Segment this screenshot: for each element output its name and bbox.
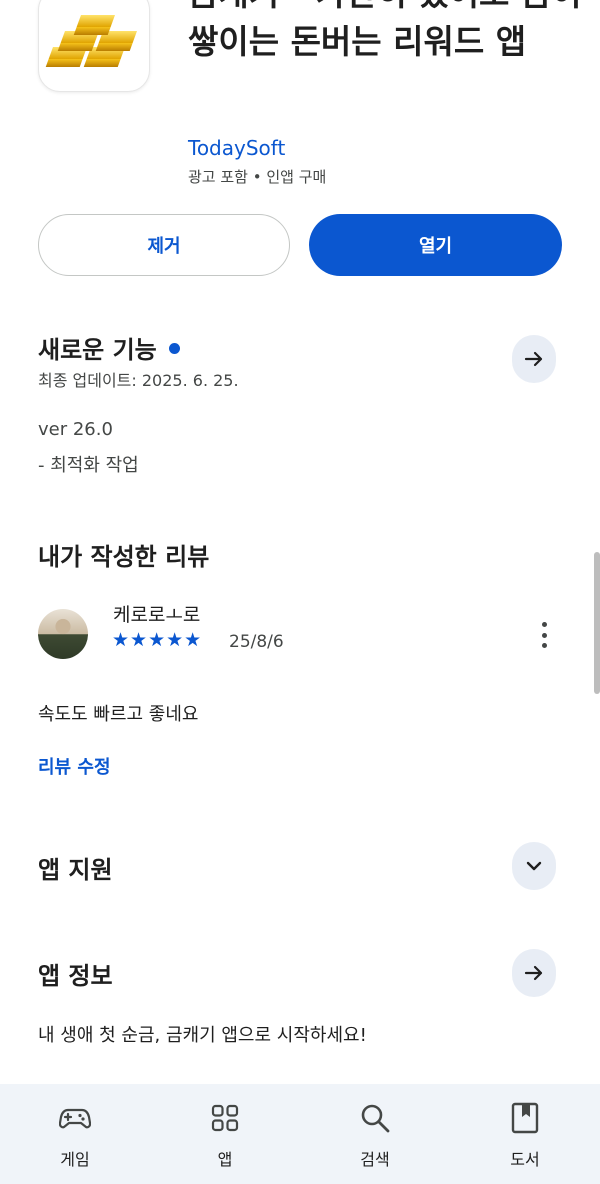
open-button[interactable]: 열기 bbox=[309, 214, 562, 276]
bottom-navigation: 게임 앱 검색 도서 bbox=[0, 1084, 600, 1184]
app-info-arrow-button[interactable] bbox=[512, 949, 556, 997]
search-icon bbox=[359, 1102, 391, 1134]
gold-bars-icon bbox=[45, 15, 137, 67]
more-options-icon[interactable] bbox=[532, 620, 556, 650]
nav-item-apps[interactable]: 앱 bbox=[150, 1084, 300, 1184]
chevron-down-icon bbox=[526, 861, 542, 871]
whats-new-section: 새로운 기능 bbox=[38, 330, 180, 365]
app-support-title[interactable]: 앱 지원 bbox=[38, 850, 113, 885]
review-text: 속도도 빠르고 좋네요 bbox=[38, 704, 199, 725]
nav-label-games: 게임 bbox=[60, 1150, 90, 1169]
apps-grid-icon bbox=[209, 1102, 241, 1134]
new-indicator-dot bbox=[168, 342, 180, 354]
gamepad-icon bbox=[59, 1102, 91, 1134]
star-rating: ★★★★★ bbox=[112, 629, 203, 651]
arrow-right-icon bbox=[524, 351, 543, 367]
nav-label-search: 검색 bbox=[360, 1150, 390, 1169]
book-icon bbox=[509, 1102, 541, 1134]
app-description: 내 생애 첫 순금, 금캐기 앱으로 시작하세요! bbox=[38, 1025, 367, 1046]
app-support-expand-button[interactable] bbox=[512, 842, 556, 890]
developer-link[interactable]: TodaySoft bbox=[188, 136, 285, 160]
app-icon bbox=[38, 0, 150, 92]
nav-label-books: 도서 bbox=[510, 1150, 540, 1169]
whats-new-title: 새로운 기능 bbox=[38, 336, 157, 364]
nav-item-games[interactable]: 게임 bbox=[0, 1084, 150, 1184]
reviewer-name: 케로로ㅗ로 bbox=[113, 604, 201, 626]
nav-label-apps: 앱 bbox=[217, 1150, 233, 1169]
avatar bbox=[38, 609, 88, 659]
app-info-title: 앱 정보 bbox=[38, 962, 113, 990]
edit-review-link[interactable]: 리뷰 수정 bbox=[38, 753, 111, 779]
review-date: 25/8/6 bbox=[229, 632, 284, 652]
ad-info: 광고 포함 • 인앱 구매 bbox=[188, 168, 327, 186]
whats-new-arrow-button[interactable] bbox=[512, 335, 556, 383]
my-review-title: 내가 작성한 리뷰 bbox=[38, 543, 210, 571]
version-text: ver 26.0 bbox=[38, 419, 113, 440]
scrollbar[interactable] bbox=[594, 552, 600, 694]
arrow-right-icon bbox=[524, 965, 543, 981]
nav-item-search[interactable]: 검색 bbox=[300, 1084, 450, 1184]
app-title: 금캐기 - 가만히 있어도 금이 쌓이는 돈버는 리워드 앱 bbox=[188, 0, 582, 61]
release-notes: - 최적화 작업 bbox=[38, 455, 139, 476]
nav-item-books[interactable]: 도서 bbox=[450, 1084, 600, 1184]
remove-button[interactable]: 제거 bbox=[38, 214, 290, 276]
last-updated: 최종 업데이트: 2025. 6. 25. bbox=[38, 371, 239, 390]
